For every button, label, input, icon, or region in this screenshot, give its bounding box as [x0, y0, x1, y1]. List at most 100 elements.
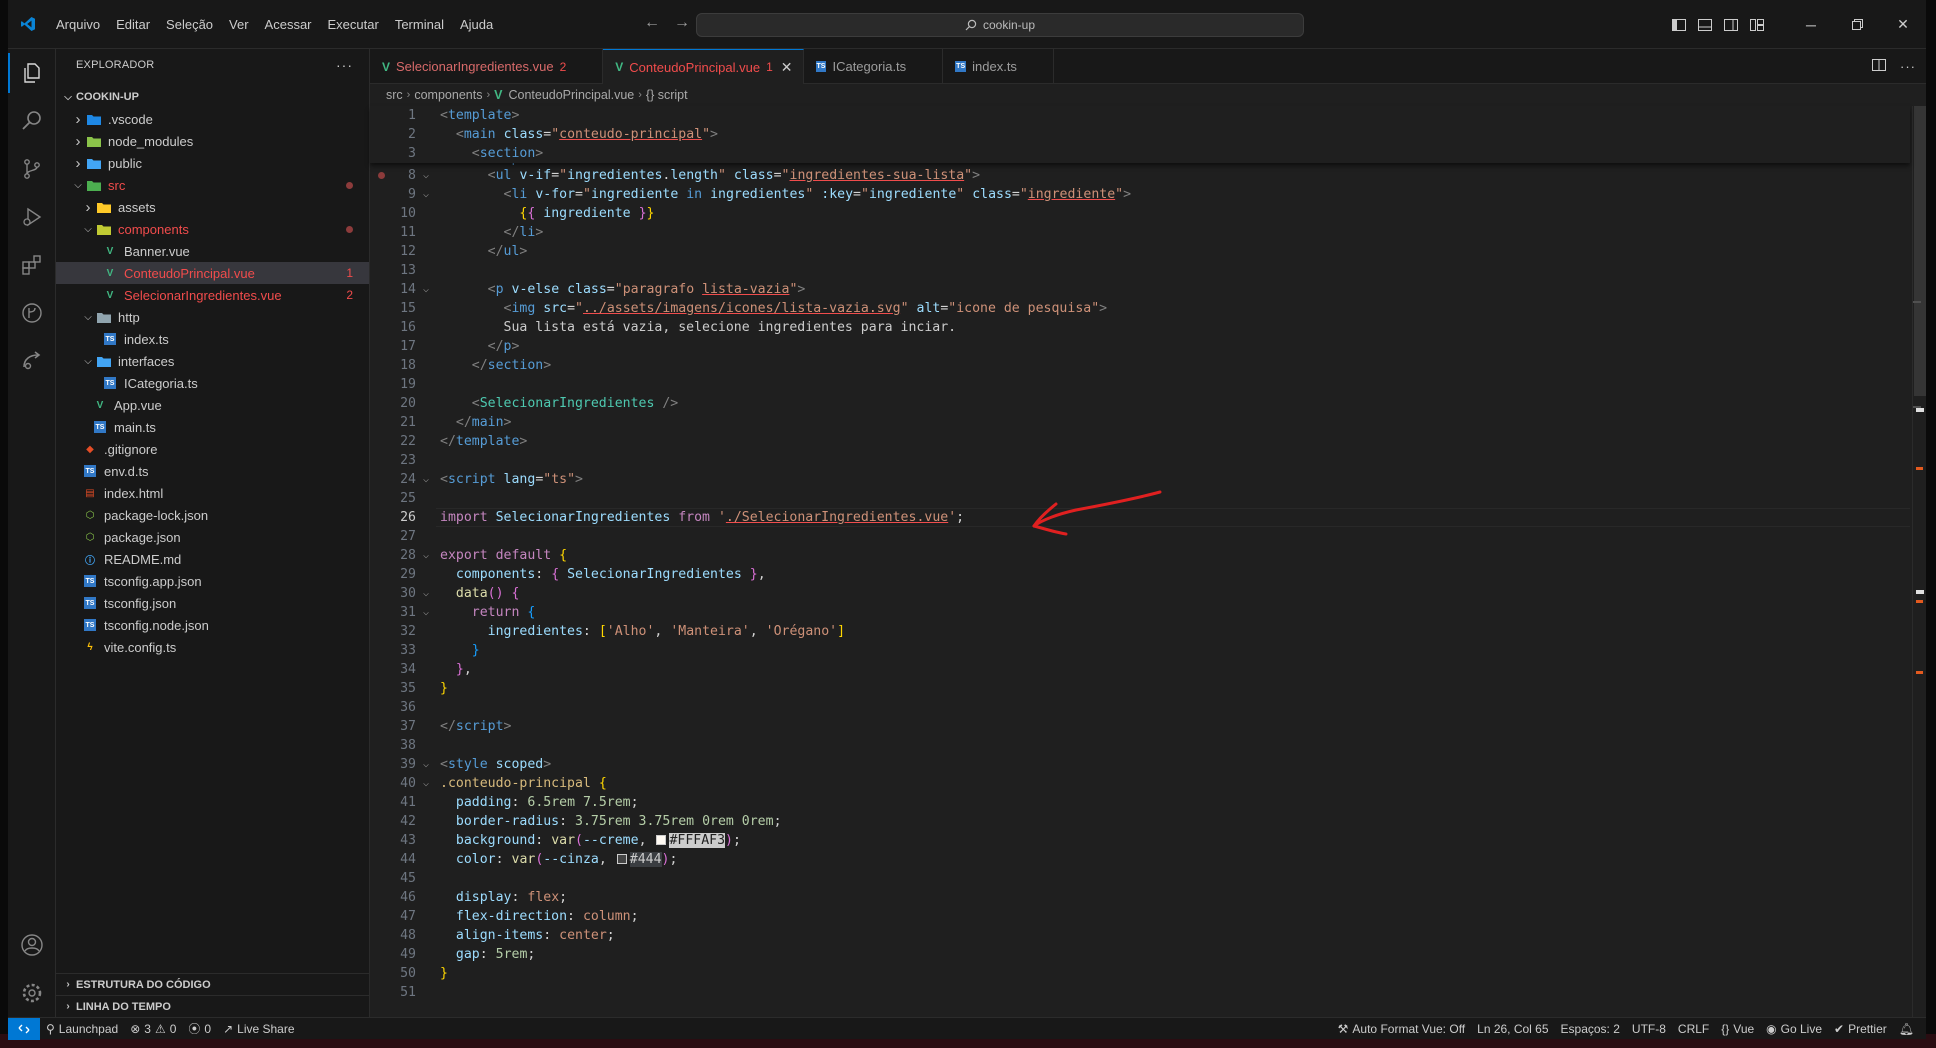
- tab-selecionaringredientes-vue[interactable]: V SelecionarIngredientes.vue 2: [370, 49, 604, 84]
- search-sidebar-icon[interactable]: [8, 97, 56, 145]
- code-line[interactable]: 17 </p>: [370, 337, 1910, 356]
- menu-selecao[interactable]: Seleção: [158, 17, 221, 32]
- code-line[interactable]: 10 {{ ingrediente }}: [370, 204, 1910, 223]
- fold-chevron-icon[interactable]: ⌵: [416, 759, 436, 770]
- language-mode[interactable]: {} Vue: [1715, 1022, 1760, 1036]
- toggle-secondary-sidebar-icon[interactable]: [1718, 0, 1744, 49]
- explorer-item[interactable]: V SelecionarIngredientes.vue 2: [56, 284, 369, 306]
- code-line[interactable]: 47 flex-direction: column;: [370, 907, 1910, 926]
- explorer-item[interactable]: ⌵ interfaces: [56, 350, 369, 372]
- fold-chevron-icon[interactable]: ⌵: [416, 170, 436, 181]
- explorer-icon[interactable]: [8, 49, 56, 97]
- vertical-scrollbar[interactable]: [1912, 106, 1926, 1017]
- auto-format-item[interactable]: ⚒ Auto Format Vue: Off: [1332, 1022, 1471, 1036]
- code-line[interactable]: 37 </script>: [370, 717, 1910, 736]
- code-line[interactable]: 34 },: [370, 660, 1910, 679]
- explorer-item[interactable]: TS env.d.ts: [56, 460, 369, 482]
- explorer-item[interactable]: ⬡ package.json: [56, 526, 369, 548]
- code-line[interactable]: 44 color: var(--cinza, #444);: [370, 850, 1910, 869]
- minimize-icon[interactable]: ─: [1788, 0, 1834, 49]
- tab-conteudoprincipal-vue[interactable]: V ConteudoPrincipal.vue 1 ✕: [603, 49, 804, 84]
- code-line[interactable]: 23: [370, 451, 1910, 470]
- breadcrumb-item[interactable]: ConteudoPrincipal.vue: [508, 88, 634, 102]
- fold-chevron-icon[interactable]: ⌵: [416, 607, 436, 618]
- run-debug-icon[interactable]: [8, 193, 56, 241]
- encoding[interactable]: UTF-8: [1626, 1022, 1672, 1036]
- explorer-item[interactable]: › .vscode: [56, 108, 369, 130]
- code-line[interactable]: 9 ⌵ <li v-for="ingrediente in ingrediente…: [370, 185, 1910, 204]
- code-line[interactable]: 49 gap: 5rem;: [370, 945, 1910, 964]
- code-line[interactable]: 20 <SelecionarIngredientes />: [370, 394, 1910, 413]
- indentation[interactable]: Espaços: 2: [1555, 1022, 1626, 1036]
- fold-chevron-icon[interactable]: ⌵: [416, 474, 436, 485]
- settings-gear-icon[interactable]: [8, 969, 56, 1017]
- code-line[interactable]: 18 </section>: [370, 356, 1910, 375]
- ports-item[interactable]: ⦿ 0: [182, 1020, 217, 1037]
- code-line[interactable]: 21 </main>: [370, 413, 1910, 432]
- explorer-item[interactable]: TS tsconfig.node.json: [56, 614, 369, 636]
- breadcrumb-item[interactable]: src: [386, 88, 403, 102]
- restore-icon[interactable]: [1834, 0, 1880, 49]
- live-share-item[interactable]: ↗ Live Share: [217, 1022, 300, 1036]
- explorer-item[interactable]: V App.vue: [56, 394, 369, 416]
- code-line[interactable]: 32 ingredientes: ['Alho', 'Manteira', 'O…: [370, 622, 1910, 641]
- code-line[interactable]: 40 ⌵ .conteudo-principal {: [370, 774, 1910, 793]
- code-line[interactable]: 27: [370, 527, 1910, 546]
- menu-ajuda[interactable]: Ajuda: [452, 17, 501, 32]
- explorer-item[interactable]: ϟ vite.config.ts: [56, 636, 369, 658]
- code-line[interactable]: 3 <section>: [370, 144, 1910, 163]
- fold-chevron-icon[interactable]: ⌵: [416, 284, 436, 295]
- forward-arrow-icon[interactable]: →: [674, 14, 690, 32]
- code-line[interactable]: 35}: [370, 679, 1910, 698]
- code-line[interactable]: 28 ⌵ export default {: [370, 546, 1910, 565]
- remote-indicator[interactable]: [8, 1017, 40, 1040]
- code-editor[interactable]: </span>8⌵ <ul v-if="ingredientes.length"…: [370, 106, 1910, 1017]
- menu-executar[interactable]: Executar: [320, 17, 387, 32]
- code-line[interactable]: 15 <img src="../assets/imagens/icones/li…: [370, 299, 1910, 318]
- prettier-item[interactable]: ✔ Prettier: [1828, 1022, 1893, 1036]
- fold-chevron-icon[interactable]: ⌵: [416, 550, 436, 561]
- toggle-primary-sidebar-icon[interactable]: [1666, 0, 1692, 49]
- explorer-item[interactable]: ⬡ package-lock.json: [56, 504, 369, 526]
- more-actions-icon[interactable]: ···: [336, 57, 353, 73]
- project-folder-header[interactable]: ⌵ COOKIN-UP: [56, 86, 369, 108]
- code-line[interactable]: 43 background: var(--creme, #FFFAF3);: [370, 831, 1910, 850]
- fold-chevron-icon[interactable]: ⌵: [416, 189, 436, 200]
- close-window-icon[interactable]: ✕: [1880, 0, 1926, 49]
- code-line[interactable]: 31 ⌵ return {: [370, 603, 1910, 622]
- split-editor-icon[interactable]: [1872, 59, 1886, 74]
- notifications-item[interactable]: 🔔︎: [1893, 1022, 1926, 1036]
- menu-terminal[interactable]: Terminal: [387, 17, 452, 32]
- code-line[interactable]: 8 ⌵ <ul v-if="ingredientes.length" class=…: [370, 166, 1910, 185]
- go-live-item[interactable]: ◉ Go Live: [1760, 1022, 1828, 1036]
- editor-more-actions-icon[interactable]: ···: [1900, 59, 1916, 74]
- explorer-item[interactable]: V ConteudoPrincipal.vue 1: [56, 262, 369, 284]
- code-line[interactable]: 48 align-items: center;: [370, 926, 1910, 945]
- menu-ver[interactable]: Ver: [221, 17, 257, 32]
- code-line[interactable]: 30 ⌵ data() {: [370, 584, 1910, 603]
- sticky-scroll[interactable]: 1 <template> 2 <main class="conteudo-princ…: [370, 106, 1910, 163]
- code-line[interactable]: 36: [370, 698, 1910, 717]
- explorer-item[interactable]: V Banner.vue: [56, 240, 369, 262]
- code-line[interactable]: 51: [370, 983, 1910, 1002]
- explorer-item[interactable]: › public: [56, 152, 369, 174]
- code-line[interactable]: 46 display: flex;: [370, 888, 1910, 907]
- code-line[interactable]: 50}: [370, 964, 1910, 983]
- menu-editar[interactable]: Editar: [108, 17, 158, 32]
- explorer-item[interactable]: › node_modules: [56, 130, 369, 152]
- accounts-icon[interactable]: [8, 921, 56, 969]
- explorer-item[interactable]: TS main.ts: [56, 416, 369, 438]
- code-line[interactable]: 16 Sua lista está vazia, selecione ingre…: [370, 318, 1910, 337]
- explorer-item[interactable]: TS ICategoria.ts: [56, 372, 369, 394]
- breadcrumb-item[interactable]: components: [414, 88, 482, 102]
- code-line[interactable]: 13: [370, 261, 1910, 280]
- explorer-item[interactable]: ⓘ README.md: [56, 548, 369, 570]
- code-line[interactable]: 38: [370, 736, 1910, 755]
- tab-index-ts[interactable]: TS index.ts: [943, 49, 1054, 84]
- explorer-item[interactable]: ▤ index.html: [56, 482, 369, 504]
- code-line[interactable]: 11 </li>: [370, 223, 1910, 242]
- customize-layout-icon[interactable]: [1744, 0, 1770, 49]
- code-line[interactable]: 42 border-radius: 3.75rem 3.75rem 0rem 0…: [370, 812, 1910, 831]
- remote-explorer-icon[interactable]: [8, 337, 56, 385]
- fold-chevron-icon[interactable]: ⌵: [416, 588, 436, 599]
